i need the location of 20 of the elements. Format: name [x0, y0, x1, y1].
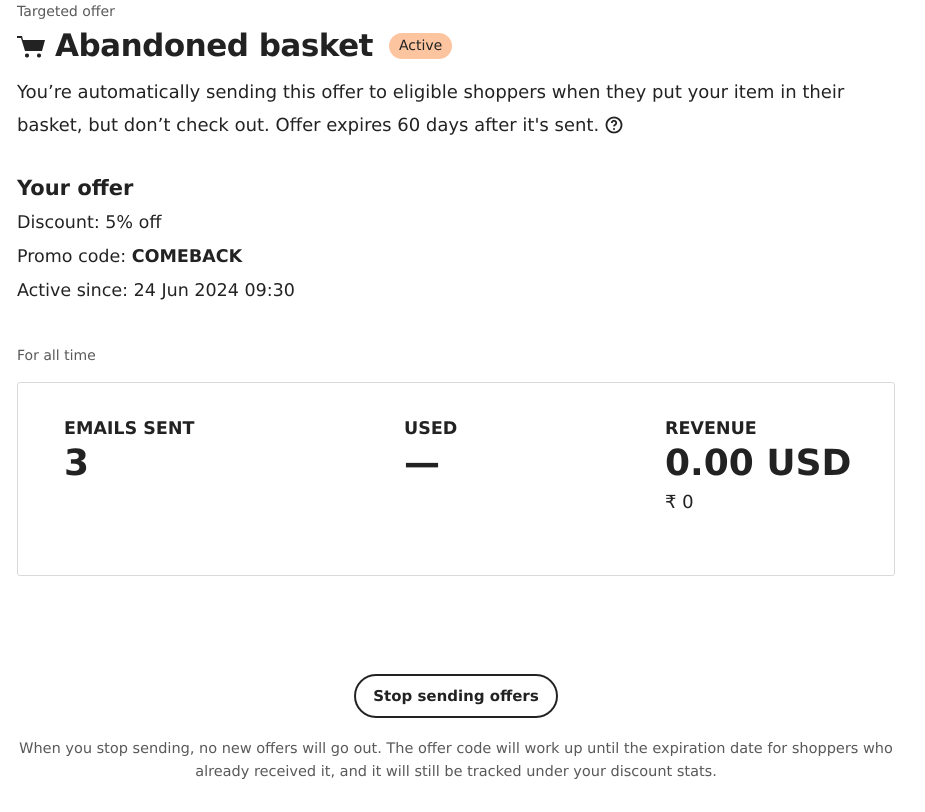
offer-detail: Promo code: COMEBACK	[17, 246, 244, 269]
help-icon[interactable]	[604, 116, 623, 134]
eyebrow-label: Targeted offer	[17, 4, 116, 20]
offer-detail: Discount: 5% off	[17, 212, 163, 235]
stat-value: 0.00 USD	[665, 443, 852, 484]
description: You’re automatically sending this offer to eligible shoppers when they put your item in their basket, but don’t check out. Offer expires 60 days after it's sent.	[17, 81, 846, 138]
page-title: Abandoned basket	[55, 28, 373, 64]
cart-icon	[17, 34, 45, 58]
stat-value: 3	[64, 443, 90, 484]
stat-label: EMAILS SENT	[64, 419, 194, 439]
stat-value: —	[404, 443, 440, 484]
period-label: For all time	[17, 348, 97, 364]
section-heading: Your offer	[17, 176, 134, 200]
stop-button[interactable]: Stop sending offers	[354, 674, 558, 718]
footnote: When you stop sending, no new offers will go out. The offer code will work up until the expiration date for shoppers who already received it, and it will still be tracked under your discount stats.	[18, 740, 894, 782]
stat-label: USED	[404, 419, 458, 439]
offer-detail: Active since: 24 Jun 2024 09:30	[17, 280, 296, 303]
status-badge: Active	[388, 33, 452, 59]
stat-subvalue: ₹ 0	[665, 492, 694, 513]
stat-label: REVENUE	[665, 419, 757, 439]
